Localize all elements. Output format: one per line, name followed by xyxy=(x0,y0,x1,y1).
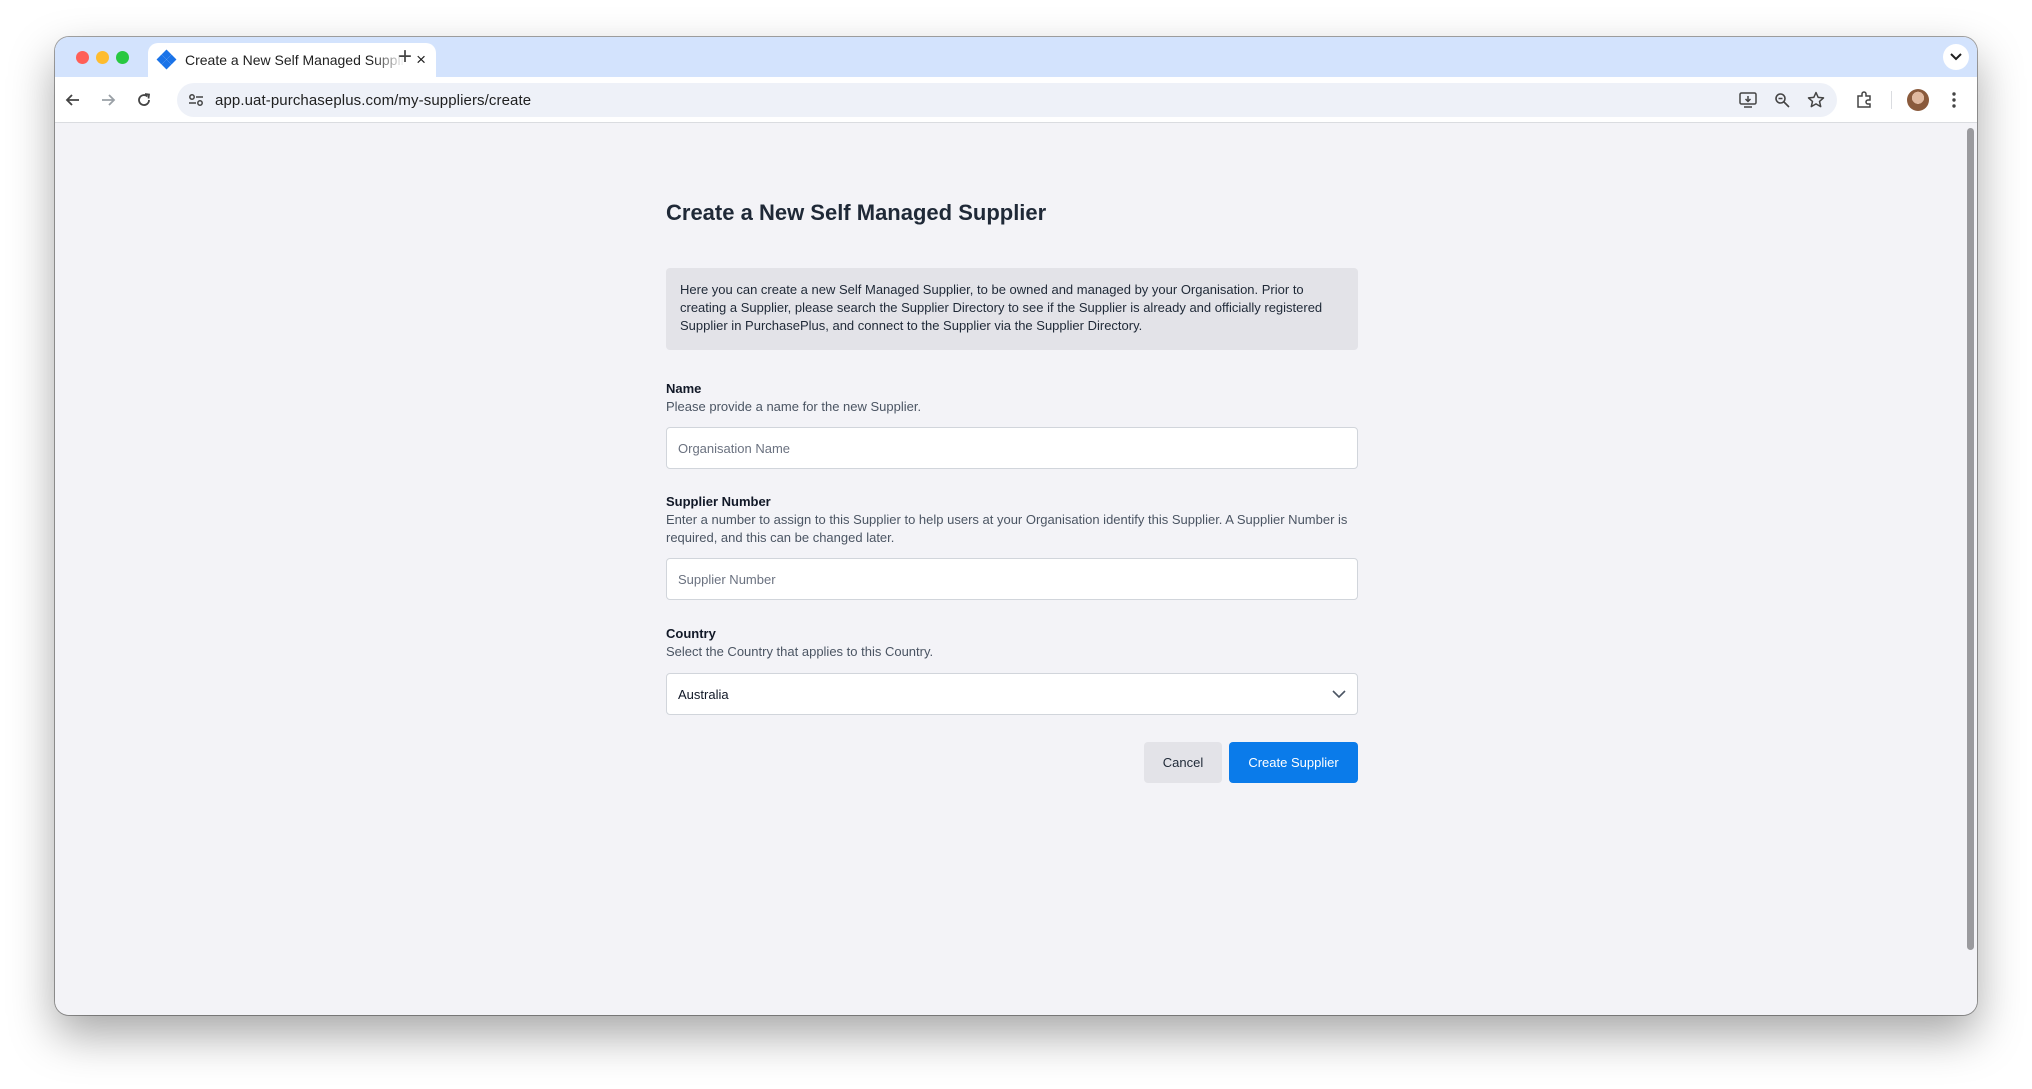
back-button[interactable] xyxy=(62,89,84,111)
page-title: Create a New Self Managed Supplier xyxy=(666,200,1047,225)
favicon-icon xyxy=(156,49,177,70)
zoom-icon[interactable] xyxy=(1771,89,1793,111)
country-selected-value: Australia xyxy=(678,686,729,702)
supplier-number-help-text: Enter a number to assign to this Supplie… xyxy=(666,512,1348,545)
kebab-menu-icon[interactable] xyxy=(1943,89,1965,111)
maximize-window-button[interactable] xyxy=(116,51,129,64)
chevron-down-icon xyxy=(1950,53,1962,61)
address-bar[interactable]: app.uat-purchaseplus.com/my-suppliers/cr… xyxy=(177,83,1837,117)
organisation-name-input[interactable] xyxy=(666,427,1358,469)
profile-avatar[interactable] xyxy=(1907,89,1929,111)
reload-icon xyxy=(138,93,151,106)
supplier-number-label: Supplier Number xyxy=(666,494,771,509)
reload-button[interactable] xyxy=(133,89,155,111)
supplier-number-input[interactable] xyxy=(666,558,1358,600)
toolbar-divider xyxy=(1891,91,1892,109)
create-supplier-button[interactable]: Create Supplier xyxy=(1229,742,1358,783)
info-notice: Here you can create a new Self Managed S… xyxy=(666,268,1358,350)
country-select[interactable]: Australia xyxy=(666,673,1358,715)
tab-search-button[interactable] xyxy=(1943,44,1969,70)
browser-window: Create a New Self Managed Supplier × + a… xyxy=(55,37,1977,1015)
name-label: Name xyxy=(666,381,702,396)
country-help-text: Select the Country that applies to this … xyxy=(666,644,934,659)
browser-toolbar: app.uat-purchaseplus.com/my-suppliers/cr… xyxy=(55,77,1977,123)
chevron-down-icon xyxy=(1332,690,1346,699)
page-viewport: Create a New Self Managed Supplier Here … xyxy=(55,124,1977,1015)
cancel-button[interactable]: Cancel xyxy=(1144,742,1222,783)
tab-strip: Create a New Self Managed Supplier × + xyxy=(55,37,1977,77)
site-info-icon[interactable] xyxy=(186,90,206,110)
new-tab-button[interactable]: + xyxy=(390,43,420,71)
country-label: Country xyxy=(666,626,716,641)
install-app-icon[interactable] xyxy=(1737,89,1759,111)
url-text: app.uat-purchaseplus.com/my-suppliers/cr… xyxy=(215,91,532,109)
bookmark-star-icon[interactable] xyxy=(1805,89,1827,111)
back-arrow-icon xyxy=(65,94,79,106)
forward-arrow-icon xyxy=(102,94,116,106)
extensions-icon[interactable] xyxy=(1853,89,1875,111)
tab-title: Create a New Self Managed Supplier xyxy=(185,52,405,68)
close-window-button[interactable] xyxy=(76,51,89,64)
vertical-scrollbar[interactable] xyxy=(1967,128,1974,950)
minimize-window-button[interactable] xyxy=(96,51,109,64)
forward-button[interactable] xyxy=(97,89,119,111)
name-help-text: Please provide a name for the new Suppli… xyxy=(666,399,922,414)
